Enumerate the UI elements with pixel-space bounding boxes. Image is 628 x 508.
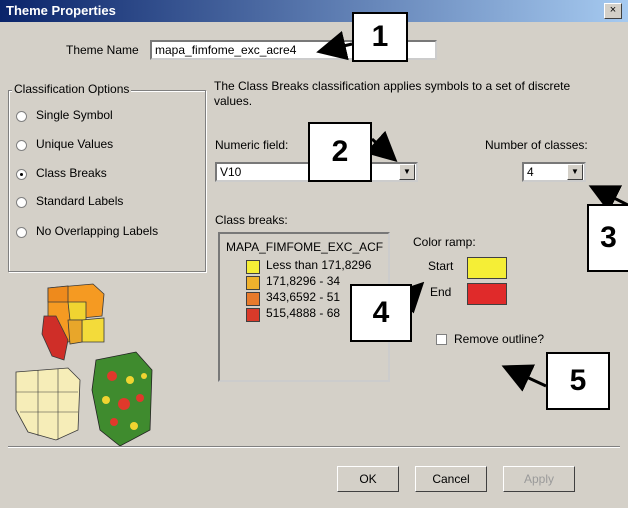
arrow-2 — [365, 130, 398, 163]
callout-5: 5 — [546, 352, 610, 410]
callout-4: 4 — [350, 284, 412, 342]
arrow-5 — [501, 364, 547, 392]
arrow-3 — [588, 185, 628, 213]
callout-2: 2 — [308, 122, 372, 182]
callout-1: 1 — [352, 12, 408, 62]
callout-3: 3 — [587, 204, 628, 272]
annotation-arrows — [316, 30, 628, 392]
arrow-1 — [316, 30, 353, 61]
